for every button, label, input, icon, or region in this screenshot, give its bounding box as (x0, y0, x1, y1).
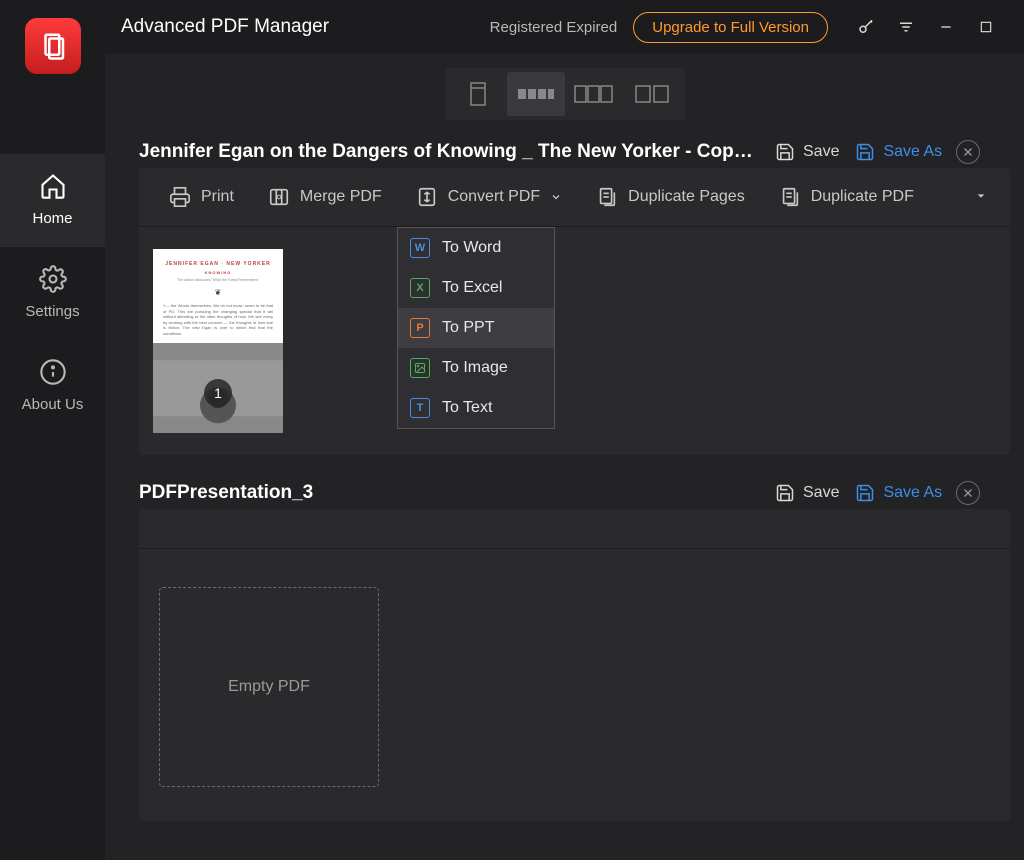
print-icon (169, 186, 191, 208)
ppt-icon: P (410, 318, 430, 338)
duplicate-pdf-icon (779, 186, 801, 208)
caret-down-icon (976, 191, 986, 201)
key-icon[interactable] (856, 17, 876, 37)
sidebar: Home Settings About Us (0, 0, 105, 860)
merge-icon (268, 186, 290, 208)
view-thumbnails[interactable] (507, 72, 565, 116)
document-panel: Print Merge PDF Convert PDF Duplicate Pa… (139, 168, 1010, 455)
page-number-badge: 1 (204, 379, 232, 407)
menu-icon[interactable] (896, 17, 916, 37)
sidebar-item-home[interactable]: Home (0, 154, 105, 247)
save-button[interactable]: Save (775, 483, 839, 503)
sidebar-item-settings[interactable]: Settings (0, 247, 105, 340)
view-two-up[interactable] (623, 72, 681, 116)
document-title: Jennifer Egan on the Dangers of Knowing … (139, 141, 759, 163)
convert-to-excel[interactable]: X To Excel (398, 268, 554, 308)
home-icon (39, 172, 67, 200)
convert-button[interactable]: Convert PDF (402, 178, 576, 216)
duplicate-pages-icon (596, 186, 618, 208)
image-icon (410, 358, 430, 378)
document-panel: Empty PDF (139, 509, 1010, 821)
word-icon: W (410, 238, 430, 258)
close-icon (962, 146, 974, 158)
toolbar-overflow-button[interactable] (968, 180, 994, 214)
document-title: PDFPresentation_3 (139, 482, 759, 504)
save-as-button[interactable]: Save As (855, 483, 942, 503)
document-toolbar: Print Merge PDF Convert PDF Duplicate Pa… (139, 168, 1010, 227)
convert-to-ppt[interactable]: P To PPT (398, 308, 554, 348)
sidebar-item-about[interactable]: About Us (0, 340, 105, 433)
duplicate-pages-button[interactable]: Duplicate Pages (582, 178, 759, 216)
convert-to-word[interactable]: W To Word (398, 228, 554, 268)
save-as-icon (855, 483, 875, 503)
content: Jennifer Egan on the Dangers of Knowing … (105, 120, 1024, 860)
document-header: PDFPresentation_3 Save Save As (139, 481, 1010, 505)
registration-status: Registered Expired (490, 19, 618, 36)
convert-icon (416, 186, 438, 208)
panel-body: JENNIFER EGAN ◦ NEW YORKER KNOWING The a… (139, 227, 1010, 455)
gear-icon (39, 265, 67, 293)
upgrade-button[interactable]: Upgrade to Full Version (633, 12, 828, 43)
main-area: Advanced PDF Manager Registered Expired … (105, 0, 1024, 860)
app-title: Advanced PDF Manager (121, 16, 329, 38)
close-document-button[interactable] (956, 140, 980, 164)
titlebar: Advanced PDF Manager Registered Expired … (105, 0, 1024, 54)
document-toolbar (139, 509, 1010, 549)
close-document-button[interactable] (956, 481, 980, 505)
document-header: Jennifer Egan on the Dangers of Knowing … (139, 140, 1010, 164)
save-button[interactable]: Save (775, 142, 839, 162)
panel-body: Empty PDF (139, 549, 1010, 821)
excel-icon: X (410, 278, 430, 298)
view-single[interactable] (449, 72, 507, 116)
text-icon: T (410, 398, 430, 418)
convert-to-text[interactable]: T To Text (398, 388, 554, 428)
sidebar-item-label: Home (32, 210, 72, 227)
save-as-button[interactable]: Save As (855, 142, 942, 162)
duplicate-pdf-button[interactable]: Duplicate PDF (765, 178, 928, 216)
minimize-icon[interactable] (936, 17, 956, 37)
save-as-icon (855, 142, 875, 162)
sidebar-item-label: About Us (22, 396, 84, 413)
convert-dropdown-menu: W To Word X To Excel P To PPT To Image (397, 227, 555, 429)
view-switcher (445, 68, 685, 120)
save-icon (775, 142, 795, 162)
app-logo (25, 18, 81, 74)
merge-button[interactable]: Merge PDF (254, 178, 396, 216)
save-icon (775, 483, 795, 503)
empty-pdf-dropzone[interactable]: Empty PDF (159, 587, 379, 787)
sidebar-item-label: Settings (25, 303, 79, 320)
view-grid[interactable] (565, 72, 623, 116)
print-button[interactable]: Print (155, 178, 248, 216)
chevron-down-icon (550, 191, 562, 203)
info-icon (39, 358, 67, 386)
page-thumbnail[interactable]: JENNIFER EGAN ◦ NEW YORKER KNOWING The a… (153, 249, 283, 433)
close-icon (962, 487, 974, 499)
convert-to-image[interactable]: To Image (398, 348, 554, 388)
maximize-icon[interactable] (976, 17, 996, 37)
